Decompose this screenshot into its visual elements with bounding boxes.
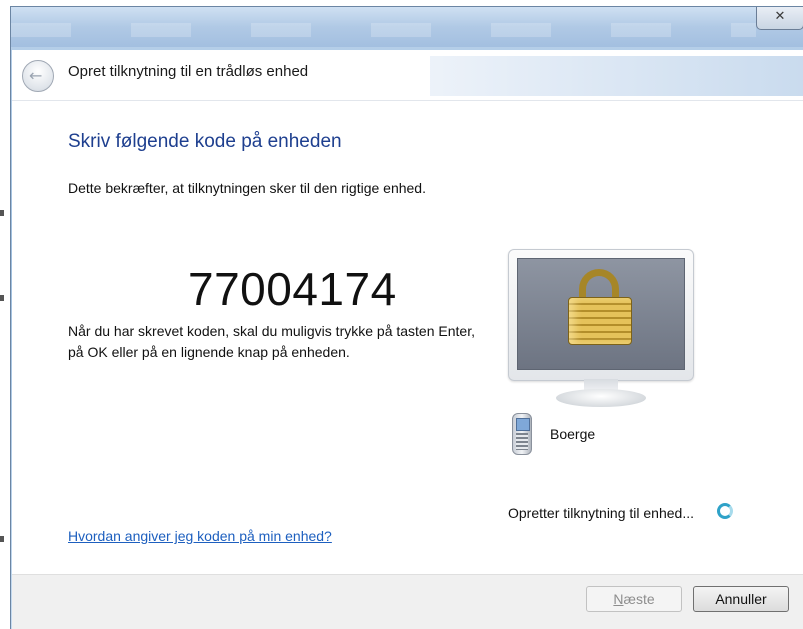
mobile-phone-icon [512,413,532,455]
next-button-label: æste [623,591,655,607]
padlock-body [568,297,632,345]
background-strip [0,0,10,628]
phone-screen [516,418,530,431]
padlock-icon [565,269,635,345]
page-subtitle: Dette bekræfter, at tilknytningen sker t… [68,180,426,196]
instructions-text: Når du har skrevet koden, skal du muligv… [68,323,475,360]
next-button-accelerator: N [613,591,624,607]
button-bar [12,574,803,629]
edge-mark [0,295,4,301]
window-title: Opret tilknytning til en trådløs enhed [68,63,309,80]
header-background-decoration [430,56,803,96]
phone-keypad [516,433,528,450]
next-button[interactable]: Næste [586,586,682,612]
title-bar-decoration [11,23,756,37]
cancel-button[interactable]: Annuller [693,586,789,612]
help-link[interactable]: Hvordan angiver jeg koden på min enhed? [68,528,332,544]
title-bar[interactable]: ✕ [11,7,803,47]
close-icon: ✕ [774,9,786,24]
device-name: Boerge [550,426,596,442]
edge-mark [0,210,4,216]
monitor-base [556,389,646,407]
page-heading: Skriv følgende kode på enheden [68,131,342,152]
pairing-code: 77004174 [188,263,397,315]
close-button[interactable]: ✕ [756,7,803,30]
status-text: Opretter tilknytning til enhed... [508,505,694,521]
busy-spinner-icon [717,503,733,519]
edge-mark [0,536,4,542]
back-button[interactable]: ← [22,60,54,92]
back-arrow-icon: ← [29,66,43,85]
